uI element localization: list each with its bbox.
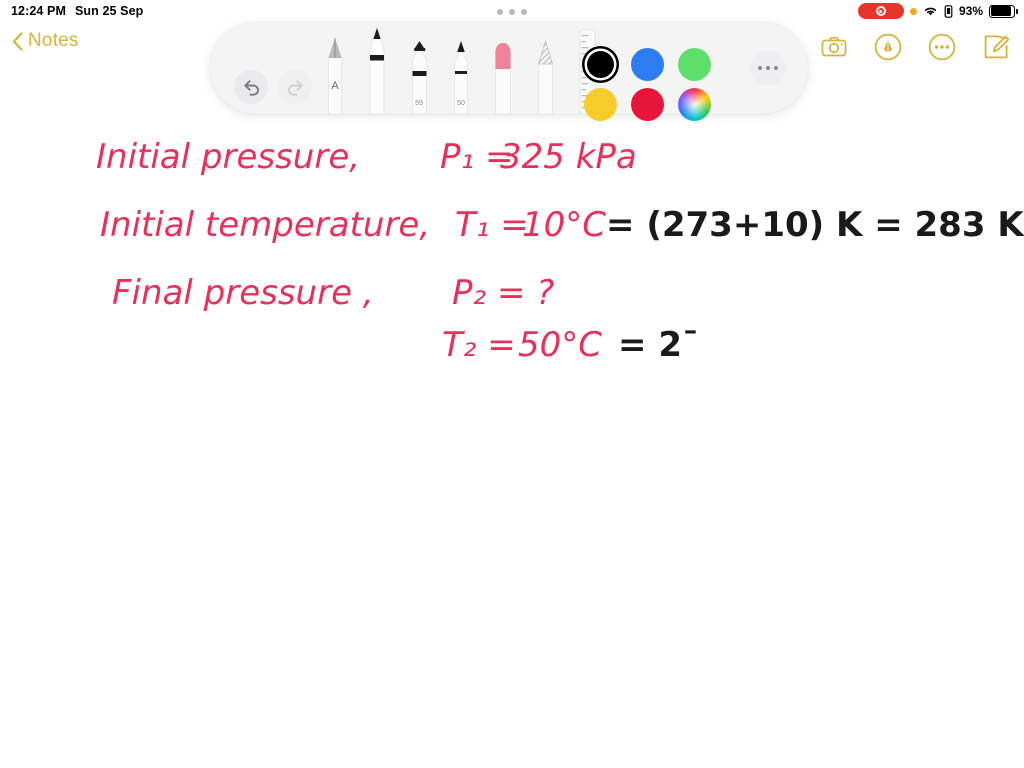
camera-icon[interactable] xyxy=(820,33,848,61)
markup-icon[interactable] xyxy=(874,33,902,61)
orange-privacy-dot-icon xyxy=(909,7,917,15)
swatch-color-picker[interactable] xyxy=(678,88,711,121)
ink-line-4-value: 50°C xyxy=(518,325,602,365)
undo-arrow-icon xyxy=(243,79,259,96)
ink-line-3-var: P₂ = ? xyxy=(452,273,554,313)
more-icon[interactable] xyxy=(928,33,956,61)
screen-recording-pill-icon[interactable] xyxy=(857,3,904,19)
swatch-red[interactable] xyxy=(631,88,664,121)
status-bar-right: 93% xyxy=(857,3,1024,19)
status-date: Sun 25 Sep xyxy=(75,4,144,18)
chevron-left-icon xyxy=(12,31,23,51)
ink-line-2-value: 10°C xyxy=(522,205,606,245)
battery-lock-icon xyxy=(944,4,953,18)
swatch-yellow[interactable] xyxy=(584,88,617,121)
undo-button[interactable] xyxy=(234,70,268,104)
ink-line-2-red: Initial temperature, xyxy=(100,205,430,245)
battery-full-icon xyxy=(989,4,1018,18)
note-canvas[interactable]: Initial pressure, P₁ = 325 kPa Initial t… xyxy=(0,118,1024,768)
status-time: 12:24 PM xyxy=(11,4,66,18)
wifi-icon xyxy=(924,7,937,16)
nav-actions xyxy=(820,33,1010,61)
back-to-notes-button[interactable]: Notes xyxy=(12,30,79,52)
status-bar-left: 12:24 PM Sun 25 Sep xyxy=(0,4,143,18)
handwriting-ink: Initial pressure, P₁ = 325 kPa Initial t… xyxy=(96,137,1024,365)
compose-icon[interactable] xyxy=(982,33,1010,61)
back-button-label: Notes xyxy=(28,30,79,51)
tool-highlighter-badge: 59 xyxy=(415,100,423,107)
redo-button[interactable] xyxy=(278,70,312,104)
ink-line-4-black: = 2¯ xyxy=(618,325,699,365)
tool-fountain-pen-badge: A xyxy=(331,80,339,92)
status-bar: 12:24 PM Sun 25 Sep 93% xyxy=(0,0,1024,22)
undo-redo-group xyxy=(234,70,312,104)
ink-line-3-red: Final pressure , xyxy=(112,273,374,313)
battery-percent-label: 93% xyxy=(958,4,983,18)
ink-line-2-var: T₁ = xyxy=(455,205,529,245)
redo-arrow-icon xyxy=(287,79,303,96)
tool-pencil-badge: 50 xyxy=(457,100,465,107)
ink-line-2-black: = (273+10) K = 283 K xyxy=(606,205,1024,245)
ink-line-1-red: Initial pressure, xyxy=(96,137,360,177)
ink-line-4-var: T₂ = xyxy=(442,325,516,365)
nav-bar: Notes xyxy=(0,22,1024,74)
ipad-notes-screen: 12:24 PM Sun 25 Sep 93% Notes A 59 50 In… xyxy=(0,0,1024,768)
ink-line-1-value: 325 kPa xyxy=(500,137,637,177)
